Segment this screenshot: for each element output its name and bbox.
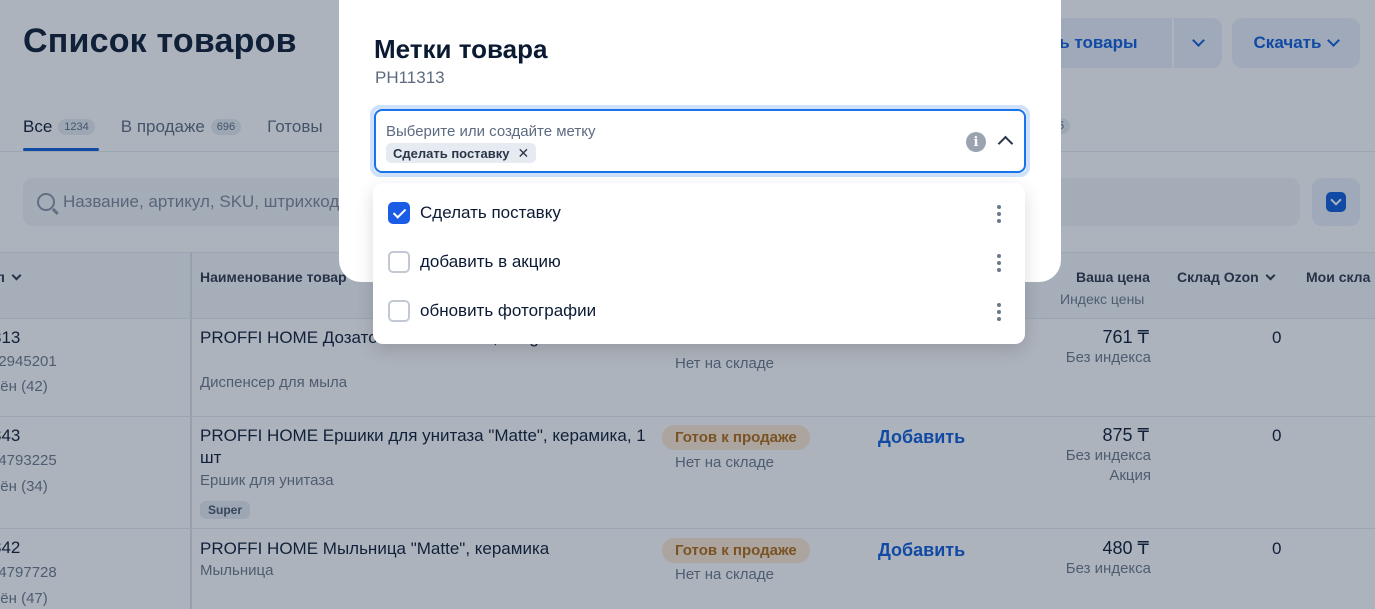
checkbox[interactable] [388, 251, 410, 273]
kebab-menu-icon[interactable] [997, 205, 1001, 223]
modal-title: Метки товара [374, 34, 548, 64]
tag-option[interactable]: добавить в акцию [378, 243, 1019, 281]
chip-label: Сделать поставку [393, 145, 510, 161]
kebab-menu-icon[interactable] [997, 254, 1001, 272]
tag-option[interactable]: Сделать поставку [378, 194, 1019, 232]
checkbox-checked[interactable] [388, 202, 410, 224]
close-icon[interactable]: ✕ [518, 146, 530, 160]
kebab-menu-icon[interactable] [997, 303, 1001, 321]
info-icon[interactable]: i [966, 132, 986, 152]
modal-product-code: PH11313 [375, 68, 445, 87]
selected-tag-chip: Сделать поставку ✕ [386, 143, 537, 163]
tag-option-label: Сделать поставку [420, 203, 561, 222]
tag-option-label: добавить в акцию [420, 252, 561, 271]
tag-option-label: обновить фотографии [420, 301, 597, 320]
tag-select-field[interactable]: Выберите или создайте метку Сделать пост… [370, 105, 1030, 177]
tag-option[interactable]: обновить фотографии [378, 292, 1019, 330]
tag-select-placeholder: Выберите или создайте метку [386, 123, 596, 140]
tag-options-dropdown: Сделать поставку добавить в акцию обнови… [373, 183, 1025, 344]
tag-select-border [374, 109, 1026, 173]
checkbox[interactable] [388, 300, 410, 322]
